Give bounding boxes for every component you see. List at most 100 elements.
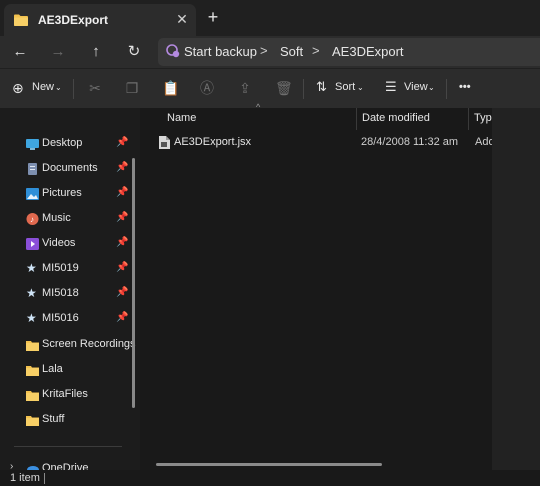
cloud-icon bbox=[27, 466, 39, 470]
sidebar-item-label: Stuff bbox=[42, 413, 65, 425]
close-icon[interactable]: ✕ bbox=[174, 11, 190, 27]
sidebar-item-label: Screen Recordings bbox=[42, 338, 136, 350]
breadcrumb-soft[interactable]: Soft bbox=[280, 44, 303, 59]
sidebar-item-label: Lala bbox=[42, 363, 63, 375]
sidebar-item-desktop[interactable]: Desktop 📌 bbox=[0, 133, 130, 155]
pin-icon[interactable]: 📌 bbox=[116, 237, 128, 248]
sidebar-item-kritafiles[interactable]: KritaFiles bbox=[0, 384, 130, 406]
folder-icon bbox=[26, 391, 39, 401]
sidebar-item-label: OneDrive bbox=[42, 462, 89, 470]
cut-icon[interactable]: ✂ bbox=[87, 80, 103, 96]
horizontal-scrollbar[interactable] bbox=[156, 463, 382, 466]
sidebar-item-label: Documents bbox=[42, 162, 98, 174]
divider bbox=[14, 446, 122, 447]
more-options-button[interactable]: ••• bbox=[459, 81, 471, 93]
back-button[interactable]: ← bbox=[10, 42, 30, 62]
column-header-date[interactable]: Date modified bbox=[362, 112, 430, 124]
details-pane bbox=[492, 108, 540, 470]
videos-icon bbox=[26, 238, 39, 250]
refresh-button[interactable]: ↻ bbox=[124, 42, 144, 62]
documents-icon bbox=[28, 163, 37, 175]
desktop-icon bbox=[26, 139, 39, 150]
forward-button[interactable]: → bbox=[48, 42, 68, 62]
star-icon: ★ bbox=[26, 311, 37, 325]
pin-icon[interactable]: 📌 bbox=[116, 162, 128, 173]
sidebar-item-music[interactable]: ♪ Music 📌 bbox=[0, 208, 130, 230]
sidebar-item-onedrive[interactable]: › OneDrive bbox=[0, 458, 130, 470]
sidebar-item-label: Desktop bbox=[42, 137, 83, 149]
svg-text:♪: ♪ bbox=[30, 215, 34, 224]
breadcrumb-ae3dexport[interactable]: AE3DExport bbox=[332, 44, 404, 59]
file-date: 28/4/2008 11:32 am bbox=[361, 136, 459, 148]
copy-icon[interactable]: ❐ bbox=[124, 80, 140, 96]
chevron-right-icon[interactable]: > bbox=[260, 43, 268, 58]
chevron-down-icon: ⌄ bbox=[357, 83, 364, 92]
pin-icon[interactable]: 📌 bbox=[116, 262, 128, 273]
tab-title: AE3DExport bbox=[38, 13, 109, 27]
share-icon[interactable]: ⇪ bbox=[237, 80, 253, 96]
sort-ascending-icon: ^ bbox=[256, 102, 261, 112]
sidebar-item-stuff[interactable]: Stuff bbox=[0, 409, 130, 431]
divider bbox=[303, 79, 304, 99]
divider bbox=[446, 79, 447, 99]
pictures-icon bbox=[26, 188, 39, 200]
file-list: ^ Name Date modified Type AE3DExport.jsx… bbox=[140, 102, 492, 470]
new-tab-button[interactable]: + bbox=[204, 8, 222, 27]
breadcrumb-start-backup[interactable]: Start backup bbox=[184, 44, 257, 59]
view-icon: ☰ bbox=[385, 79, 397, 94]
column-divider[interactable] bbox=[356, 108, 357, 130]
chevron-right-icon[interactable]: › bbox=[10, 461, 13, 470]
pin-icon[interactable]: 📌 bbox=[116, 287, 128, 298]
status-bar: 1 item bbox=[0, 470, 540, 486]
chevron-right-icon[interactable]: > bbox=[312, 43, 320, 58]
title-bar: AE3DExport ✕ + bbox=[0, 0, 540, 36]
table-row[interactable]: AE3DExport.jsx 28/4/2008 11:32 am Adobe bbox=[156, 132, 496, 154]
pin-icon[interactable]: 📌 bbox=[116, 187, 128, 198]
sidebar-item-label: KritaFiles bbox=[42, 388, 88, 400]
script-file-icon bbox=[159, 136, 170, 149]
backup-icon bbox=[166, 44, 180, 58]
column-header-type[interactable]: Type bbox=[474, 112, 492, 124]
star-icon: ★ bbox=[26, 261, 37, 275]
sort-button[interactable]: Sort bbox=[335, 81, 355, 93]
sidebar-item-pictures[interactable]: Pictures 📌 bbox=[0, 183, 130, 205]
sidebar-item-label: Music bbox=[42, 212, 71, 224]
sidebar-item-documents[interactable]: Documents 📌 bbox=[0, 158, 130, 180]
sidebar-item-label: MI5016 bbox=[42, 312, 79, 324]
address-bar[interactable]: Start backup > Soft > AE3DExport bbox=[158, 38, 540, 66]
up-button[interactable]: ↑ bbox=[86, 42, 106, 62]
chevron-down-icon: ⌄ bbox=[428, 83, 435, 92]
sidebar-item-mi5018[interactable]: ★ MI5018 📌 bbox=[0, 283, 130, 305]
plus-circle-icon: ⊕ bbox=[12, 80, 24, 96]
chevron-down-icon: ⌄ bbox=[55, 83, 62, 92]
pin-icon[interactable]: 📌 bbox=[116, 212, 128, 223]
view-button[interactable]: View bbox=[404, 81, 428, 93]
folder-icon bbox=[26, 366, 39, 376]
tab-ae3dexport[interactable]: AE3DExport ✕ bbox=[4, 4, 196, 36]
sidebar-item-label: MI5018 bbox=[42, 287, 79, 299]
divider bbox=[44, 473, 45, 484]
sidebar-item-lala[interactable]: Lala bbox=[0, 359, 130, 381]
sidebar-item-mi5016[interactable]: ★ MI5016 📌 bbox=[0, 308, 130, 330]
sidebar-item-videos[interactable]: Videos 📌 bbox=[0, 233, 130, 255]
sidebar-item-label: Videos bbox=[42, 237, 76, 249]
sidebar-item-label: MI5019 bbox=[42, 262, 79, 274]
delete-icon[interactable]: 🗑 bbox=[275, 80, 293, 96]
pin-icon[interactable]: 📌 bbox=[116, 312, 128, 323]
navigation-bar: ← → ↑ ↻ Start backup > Soft > AE3DExport bbox=[0, 36, 540, 68]
rename-icon[interactable]: Ⓐ bbox=[199, 80, 215, 96]
sidebar-item-screen-recordings[interactable]: Screen Recordings bbox=[0, 334, 136, 356]
sidebar-scrollbar[interactable] bbox=[132, 158, 135, 408]
column-header-name[interactable]: Name bbox=[167, 112, 196, 124]
navigation-pane: Desktop 📌 Documents 📌 Pictures 📌 ♪ Music… bbox=[0, 108, 140, 470]
pin-icon[interactable]: 📌 bbox=[116, 137, 128, 148]
column-divider[interactable] bbox=[468, 108, 469, 130]
sort-icon: ⇅ bbox=[316, 79, 327, 94]
paste-icon[interactable]: 📋 bbox=[162, 80, 179, 96]
sidebar-item-mi5019[interactable]: ★ MI5019 📌 bbox=[0, 258, 130, 280]
new-button[interactable]: New bbox=[32, 81, 54, 93]
file-type: Adobe bbox=[475, 136, 492, 148]
divider bbox=[73, 79, 74, 99]
folder-icon bbox=[26, 341, 39, 351]
folder-icon bbox=[14, 14, 28, 26]
